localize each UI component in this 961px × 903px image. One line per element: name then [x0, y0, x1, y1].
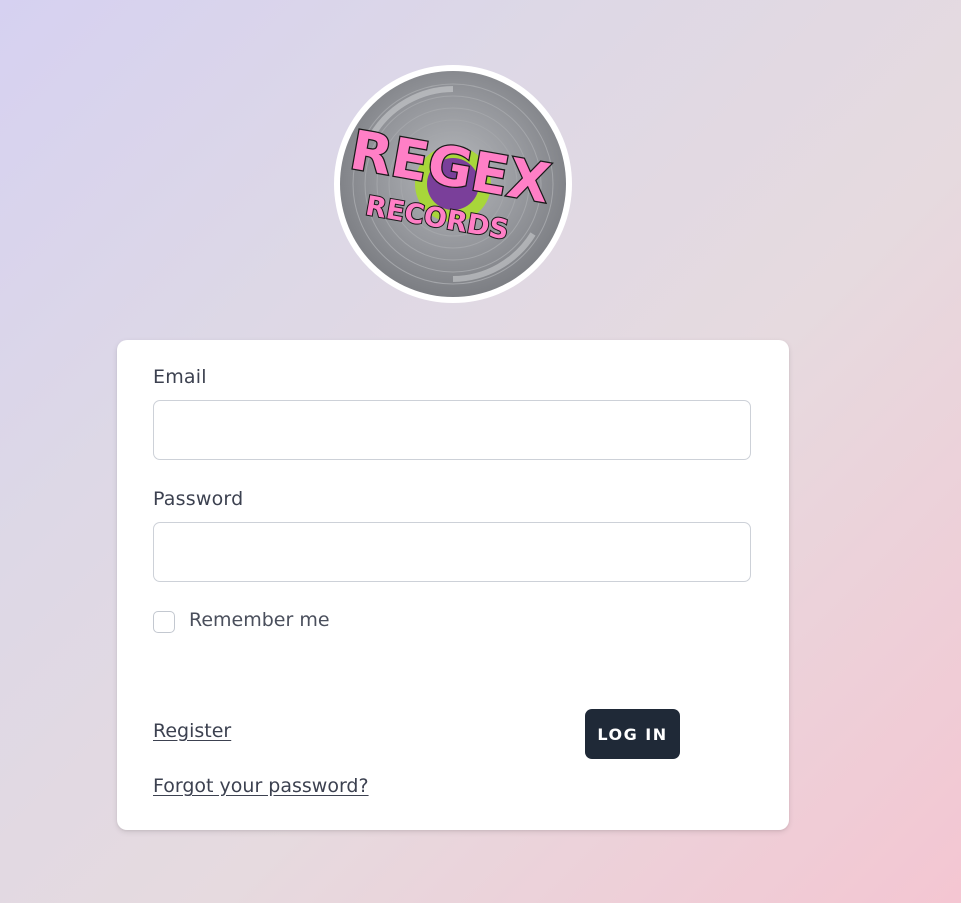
password-field[interactable] — [153, 522, 751, 582]
email-field[interactable] — [153, 400, 751, 460]
remember-me-checkbox[interactable] — [153, 611, 175, 633]
login-card: Email Password Remember me Register LOG … — [117, 340, 789, 830]
password-label: Password — [153, 488, 244, 510]
remember-me-label[interactable]: Remember me — [189, 609, 330, 631]
email-label: Email — [153, 366, 207, 388]
forgot-password-link[interactable]: Forgot your password? — [153, 775, 369, 797]
login-button[interactable]: LOG IN — [585, 709, 680, 759]
register-link[interactable]: Register — [153, 720, 231, 742]
regex-records-logo: REGEX RECORDS — [333, 64, 573, 304]
